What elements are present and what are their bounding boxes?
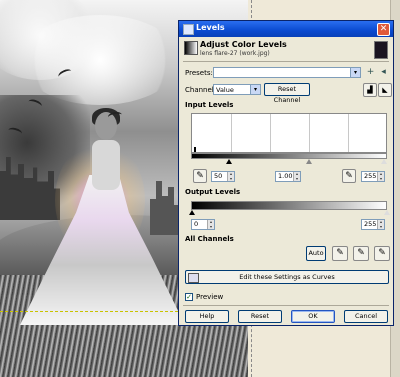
log-histogram-icon[interactable]: ◣ xyxy=(378,83,392,97)
gray-point-eyedropper-icon[interactable]: ✎ xyxy=(353,246,369,261)
output-low-value: 0 xyxy=(194,220,199,228)
input-high-spinbutton[interactable]: 255 ▴ ▾ xyxy=(361,171,385,182)
close-button[interactable]: ✕ xyxy=(377,23,390,36)
grid-line xyxy=(270,114,271,152)
channel-value: Value xyxy=(216,86,234,94)
output-high-handle[interactable] xyxy=(384,210,390,215)
input-gamma-handle[interactable] xyxy=(305,159,312,164)
reset-channel-button[interactable]: Reset Channel xyxy=(264,83,310,104)
edit-as-curves-button[interactable]: Edit these Settings as Curves xyxy=(185,270,389,284)
white-point-eyedropper-icon[interactable]: ✎ xyxy=(374,246,390,261)
cloud xyxy=(20,15,180,105)
output-low-handle[interactable] xyxy=(189,210,195,215)
linear-histogram-icon[interactable]: ▟ xyxy=(363,83,377,97)
presets-label: Presets: xyxy=(185,69,213,77)
input-gradient xyxy=(191,153,387,159)
spin-arrows-icon[interactable]: ▴ ▾ xyxy=(293,171,300,181)
preview-label: Preview xyxy=(196,293,224,301)
app-icon xyxy=(183,24,194,35)
bride-torso xyxy=(92,140,120,190)
cancel-button[interactable]: Cancel xyxy=(344,310,388,323)
output-levels-heading: Output Levels xyxy=(185,188,241,196)
channel-combo[interactable]: Value ▾ xyxy=(213,84,261,95)
image-thumbnail xyxy=(374,41,388,59)
output-gradient xyxy=(191,201,387,210)
all-channels-heading: All Channels xyxy=(185,235,234,243)
dialog-heading: Adjust Color Levels xyxy=(200,40,287,49)
spin-arrows-icon[interactable]: ▴ ▾ xyxy=(377,171,384,181)
window-title: Levels xyxy=(196,23,225,32)
levels-icon xyxy=(184,41,198,55)
preview-checkbox[interactable]: ✓ xyxy=(185,293,193,301)
grid-line xyxy=(348,114,349,152)
input-low-value: 50 xyxy=(214,172,223,180)
white-picker-eyedropper-icon[interactable]: ✎ xyxy=(342,169,356,183)
input-gamma-spinbutton[interactable]: 1.00 ▴ ▾ xyxy=(275,171,301,182)
auto-button[interactable]: Auto xyxy=(306,246,326,261)
spin-arrows-icon[interactable]: ▴ ▾ xyxy=(227,171,234,181)
input-low-spinbutton[interactable]: 50 ▴ ▾ xyxy=(211,171,235,182)
output-high-spinbutton[interactable]: 255 ▴ ▾ xyxy=(361,219,385,230)
edit-as-curves-label: Edit these Settings as Curves xyxy=(239,273,335,281)
preset-menu-icon[interactable]: ◂ xyxy=(378,67,389,78)
ok-button[interactable]: OK xyxy=(291,310,335,323)
grid-line xyxy=(231,114,232,152)
histogram xyxy=(191,113,387,153)
chevron-down-icon[interactable]: ▾ xyxy=(350,68,360,77)
input-high-value: 255 xyxy=(364,172,377,180)
presets-combo[interactable]: ▾ xyxy=(213,67,361,78)
input-high-handle[interactable] xyxy=(381,159,388,164)
bird-icon xyxy=(107,110,123,122)
grid-line xyxy=(309,114,310,152)
chevron-down-icon[interactable]: ▾ xyxy=(250,85,260,94)
divider xyxy=(183,305,389,306)
input-levels-heading: Input Levels xyxy=(185,101,234,109)
black-point-eyedropper-icon[interactable]: ✎ xyxy=(332,246,348,261)
reset-button[interactable]: Reset xyxy=(238,310,282,323)
levels-dialog: Levels ✕ Adjust Color Levels lens flare-… xyxy=(178,20,394,326)
input-gamma-value: 1.00 xyxy=(278,172,293,180)
black-picker-eyedropper-icon[interactable]: ✎ xyxy=(193,169,207,183)
output-low-spinbutton[interactable]: 0 ▴ ▾ xyxy=(191,219,215,230)
channel-label: Channel: xyxy=(185,86,217,94)
divider xyxy=(183,61,389,62)
input-low-handle[interactable] xyxy=(226,159,233,164)
add-preset-icon[interactable]: + xyxy=(365,67,376,78)
title-bar[interactable]: Levels ✕ xyxy=(179,21,393,37)
spin-arrows-icon[interactable]: ▴ ▾ xyxy=(207,219,214,229)
histogram-bar xyxy=(194,147,196,152)
output-high-value: 255 xyxy=(364,220,377,228)
image-name: lens flare-27 (work.jpg) xyxy=(200,50,270,57)
help-button[interactable]: Help xyxy=(185,310,229,323)
castle-silhouette xyxy=(150,181,180,235)
spin-arrows-icon[interactable]: ▴ ▾ xyxy=(377,219,384,229)
